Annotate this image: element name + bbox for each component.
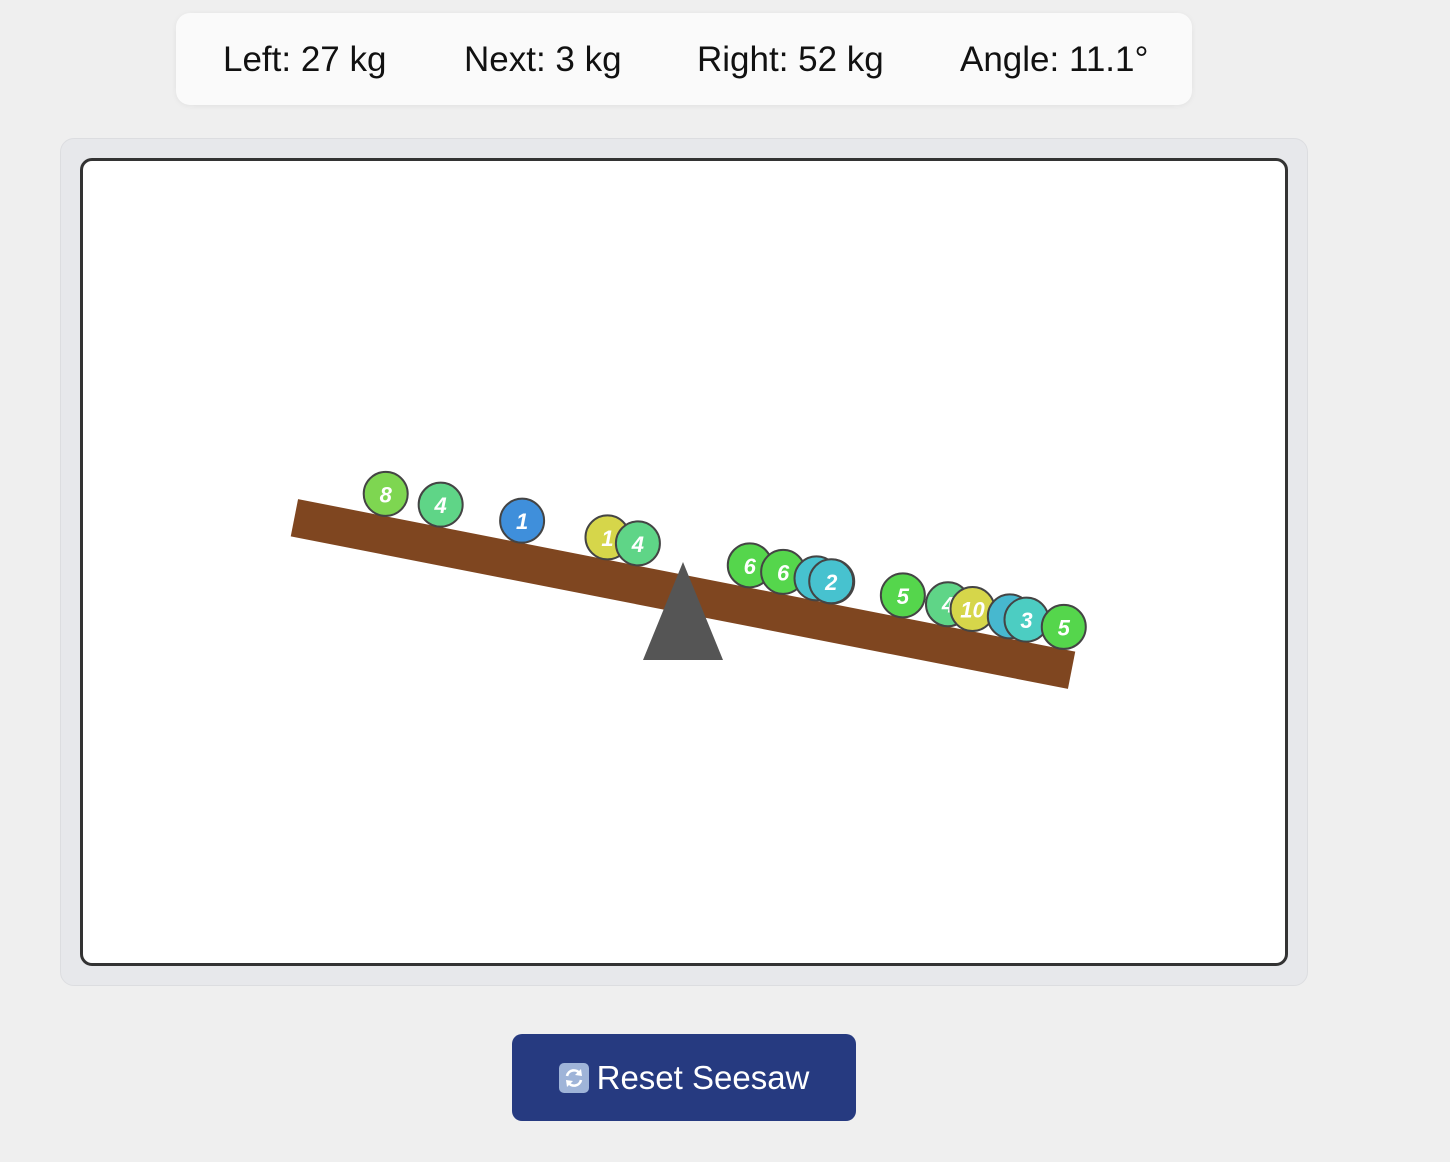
- weight-ball: 5: [879, 572, 926, 619]
- stats-bar: Left: 27 kg Next: 3 kg Right: 52 kg Angl…: [176, 13, 1192, 105]
- weight-ball: 3: [1003, 596, 1050, 643]
- weight-ball-label: 1: [601, 526, 613, 551]
- weight-ball: 10: [949, 586, 996, 633]
- angle-stat: Angle: 11.1°: [960, 40, 1149, 79]
- weight-ball-label: 6: [744, 554, 757, 579]
- weight-ball-label: 3: [1020, 608, 1032, 633]
- weight-ball-label: 5: [897, 584, 910, 609]
- weight-ball-label: 1: [516, 509, 528, 534]
- weight-ball-label: 8: [380, 482, 393, 507]
- seesaw-scene[interactable]: 8 411 46 6 25 4 10 3 5: [83, 161, 1285, 963]
- left-weight-stat: Left: 27 kg: [223, 40, 387, 79]
- reset-seesaw-button[interactable]: Reset Seesaw: [512, 1034, 856, 1121]
- weight-ball: 8: [362, 470, 409, 517]
- weight-ball: 1: [499, 497, 546, 544]
- weight-ball-label: 4: [434, 493, 447, 518]
- right-weight-stat: Right: 52 kg: [697, 40, 884, 79]
- weight-ball-label: 5: [1058, 615, 1071, 640]
- weight-ball-label: 10: [960, 598, 985, 623]
- next-weight-stat: Next: 3 kg: [464, 40, 622, 79]
- refresh-icon: [558, 1062, 589, 1093]
- weight-ball-label: 6: [777, 560, 790, 585]
- weight-ball: 5: [1040, 603, 1087, 650]
- reset-seesaw-label: Reset Seesaw: [596, 1058, 810, 1096]
- weight-ball-label: 2: [824, 570, 838, 595]
- seesaw-canvas[interactable]: 8 4 1 1 4 6 6 2 5 4 10 3 5: [80, 158, 1288, 966]
- weight-ball-label: 4: [631, 532, 644, 557]
- weight-ball: 4: [417, 481, 464, 528]
- weight-ball: 2: [808, 558, 855, 605]
- weight-ball: 4: [614, 520, 661, 567]
